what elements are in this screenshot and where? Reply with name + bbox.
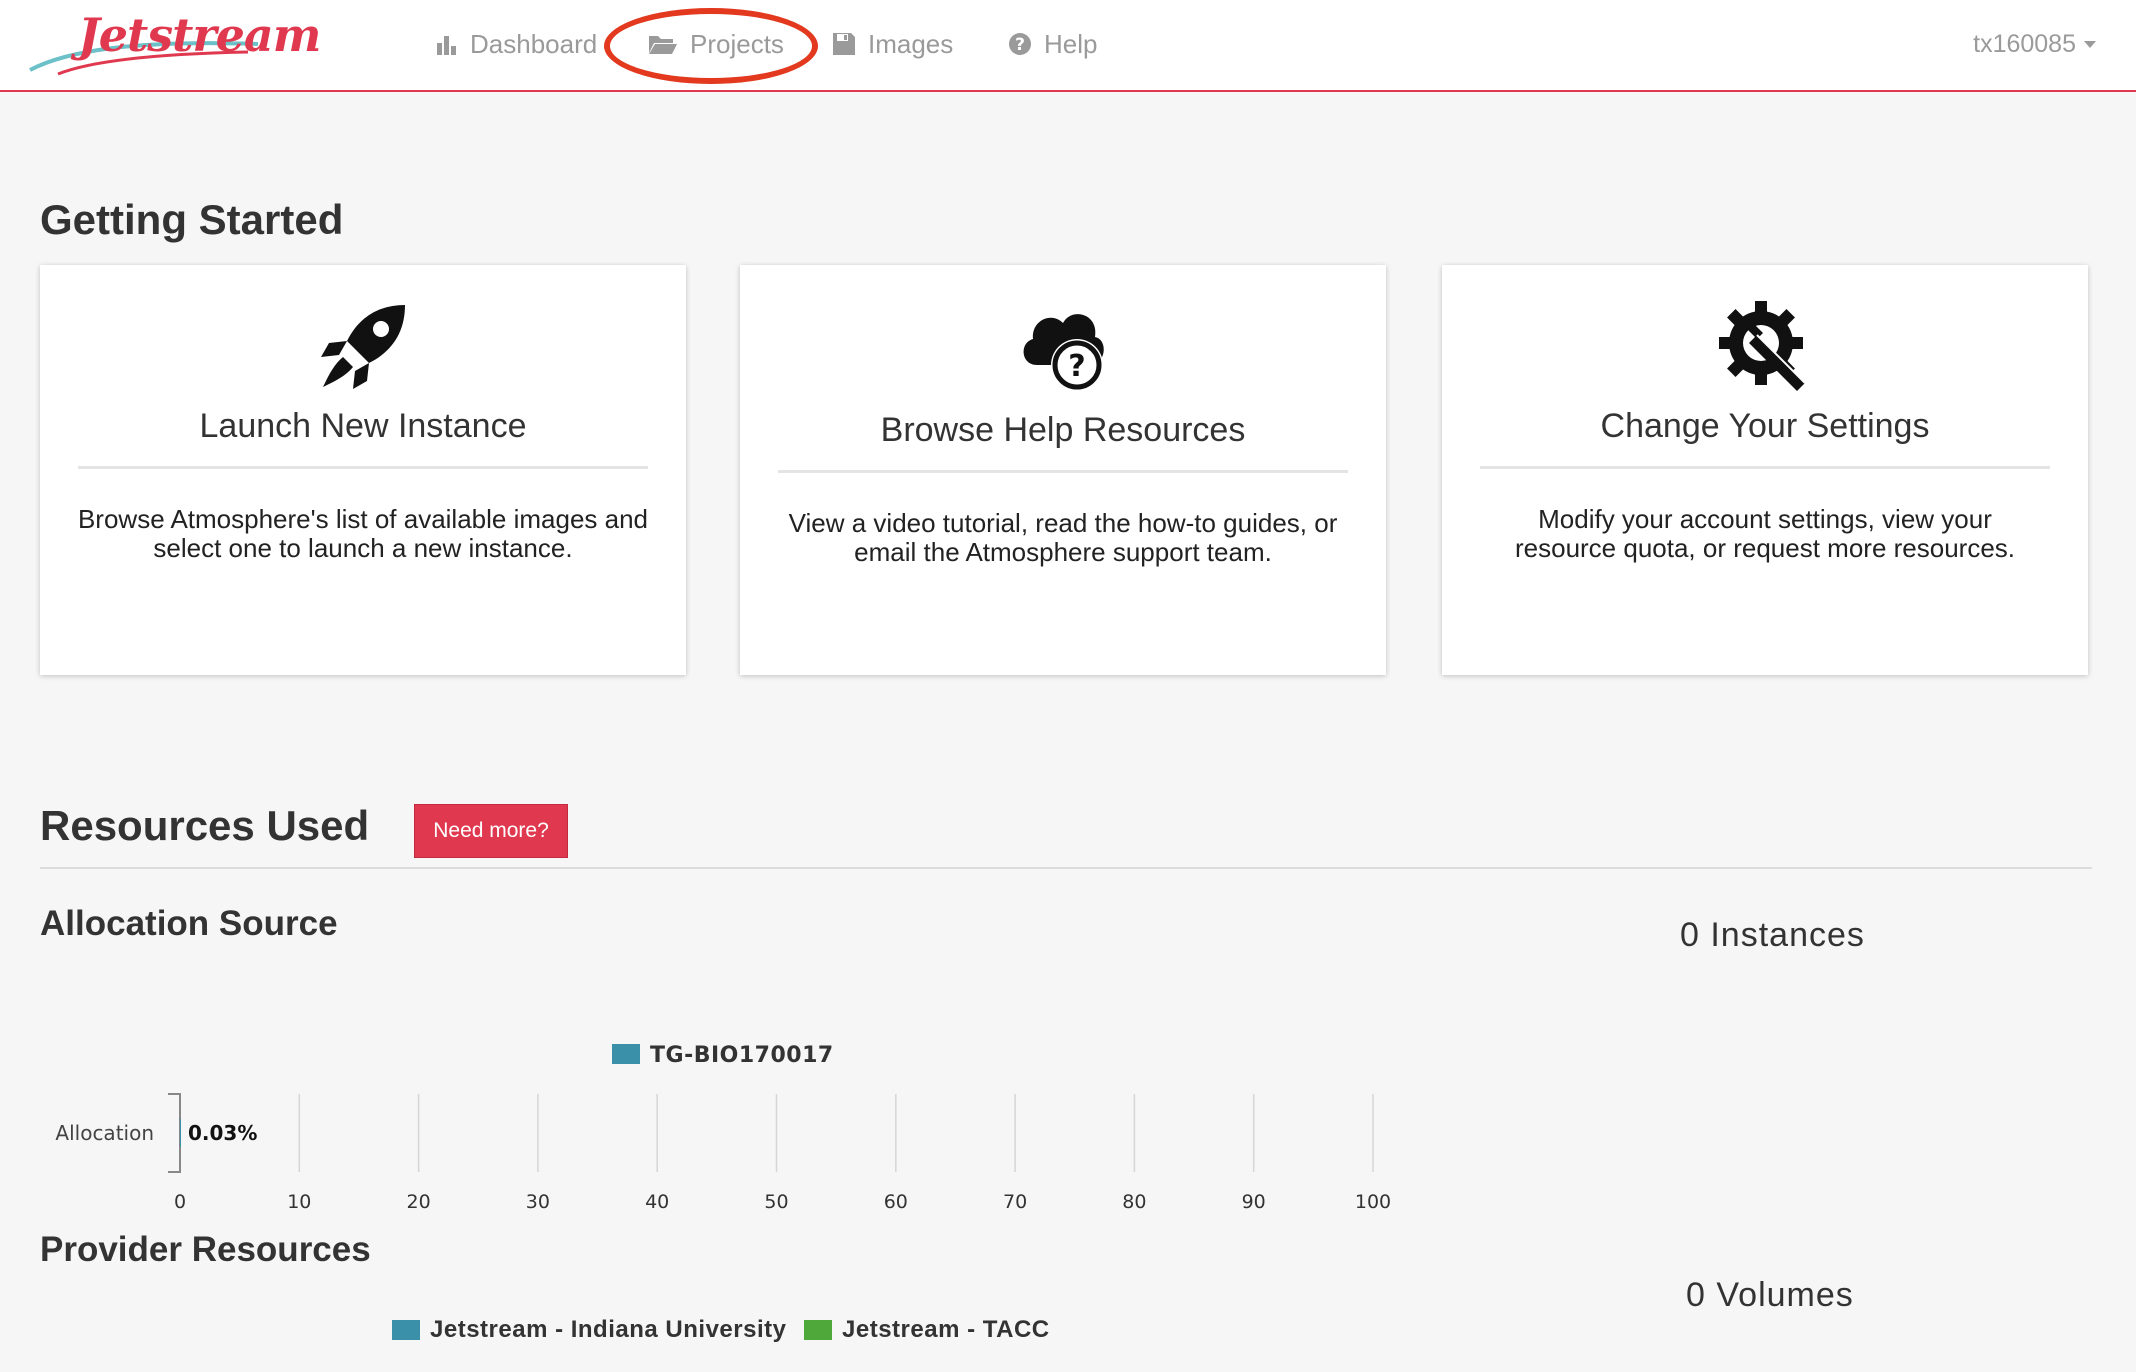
- legend-item-indiana: Jetstream - Indiana University: [392, 1316, 786, 1344]
- tick-label: 50: [764, 1191, 788, 1213]
- legend-swatch: [804, 1320, 832, 1340]
- question-circle-icon: ?: [1009, 33, 1031, 55]
- legend-label: Jetstream - TACC: [842, 1316, 1050, 1343]
- card-help-resources[interactable]: ? Browse Help Resources View a video tut…: [740, 265, 1386, 675]
- nav-images[interactable]: Images: [832, 24, 953, 64]
- card-title: Change Your Settings: [1600, 407, 1930, 445]
- tick-label: 60: [884, 1191, 908, 1213]
- card-launch-instance[interactable]: Launch New Instance Browse Atmosphere's …: [40, 265, 686, 675]
- nav-help[interactable]: ? Help: [1008, 24, 1097, 64]
- nav-images-label: Images: [868, 28, 954, 59]
- tick-label: 20: [407, 1191, 431, 1213]
- card-desc-line2: resource quota, or request more resource…: [1514, 533, 2016, 563]
- card-title: Browse Help Resources: [880, 411, 1246, 449]
- tick-label: 40: [645, 1191, 669, 1213]
- top-navbar: Jetstream Dashboard Projects Images ? He…: [0, 0, 2136, 92]
- bar: [180, 1119, 181, 1147]
- instances-count: 0 Instances: [1680, 916, 1865, 954]
- card-desc-line2: email the Atmosphere support team.: [854, 537, 1272, 567]
- provider-resources-title: Provider Resources: [40, 1230, 371, 1269]
- card-desc-line1: View a video tutorial, read the how-to g…: [788, 508, 1338, 538]
- tick-label: 100: [1355, 1191, 1391, 1213]
- tick-label: 90: [1242, 1191, 1266, 1213]
- card-description: Browse Atmosphere's list of available im…: [70, 505, 656, 563]
- legend-label: Jetstream - Indiana University: [430, 1316, 787, 1343]
- legend-label: TG-BIO170017: [650, 1043, 834, 1068]
- floppy-disk-icon: [833, 33, 855, 55]
- legend-swatch: [392, 1320, 420, 1340]
- section-divider: [40, 867, 2092, 869]
- username: tx160085: [1973, 29, 2076, 58]
- data-label: 0.03%: [188, 1121, 257, 1145]
- allocation-chart: TG-BIO170017 0 10 20 30 40 50 60 70 80 90 100 Alloca…: [55, 1043, 1391, 1213]
- rocket-icon: [321, 305, 405, 389]
- card-description: Modify your account settings, view your …: [1472, 505, 2058, 563]
- cloud-help-icon: ?: [1023, 314, 1104, 391]
- getting-started-title: Getting Started: [40, 196, 344, 243]
- legend-item-tacc: Jetstream - TACC: [804, 1316, 1050, 1344]
- card-divider: [1480, 466, 2050, 469]
- svg-text:?: ?: [1015, 35, 1025, 55]
- nav-dashboard-label: Dashboard: [470, 28, 598, 59]
- card-desc-line1: Browse Atmosphere's list of available im…: [77, 504, 649, 534]
- tick-label: 0: [174, 1191, 186, 1213]
- card-divider: [78, 466, 648, 469]
- logo-text: Jetstream: [78, 8, 321, 62]
- card-description: View a video tutorial, read the how-to g…: [770, 509, 1356, 567]
- card-desc-line2: select one to launch a new instance.: [153, 533, 573, 563]
- tick-label: 10: [287, 1191, 311, 1213]
- category-label: Allocation: [55, 1121, 154, 1145]
- nav-dashboard[interactable]: Dashboard: [436, 24, 597, 64]
- card-title: Launch New Instance: [199, 407, 527, 445]
- card-change-settings[interactable]: Change Your Settings Modify your account…: [1442, 265, 2088, 675]
- allocation-source-title: Allocation Source: [40, 904, 338, 943]
- caret-down-icon: [2084, 40, 2096, 48]
- svg-text:?: ?: [1068, 349, 1085, 384]
- volumes-count: 0 Volumes: [1686, 1276, 1854, 1314]
- card-divider: [778, 470, 1348, 473]
- tick-label: 30: [526, 1191, 550, 1213]
- resources-used-title: Resources Used: [40, 802, 370, 849]
- need-more-button[interactable]: Need more?: [414, 804, 568, 858]
- annotation-highlight-ring: [604, 8, 818, 84]
- settings-gear-wrench-icon: [1719, 301, 1806, 391]
- nav-help-label: Help: [1044, 28, 1098, 59]
- legend-swatch: [612, 1044, 640, 1064]
- y-axis: [168, 1093, 181, 1173]
- tick-label: 70: [1003, 1191, 1027, 1213]
- tick-label: 80: [1122, 1191, 1146, 1213]
- user-menu[interactable]: tx160085: [1973, 24, 2096, 64]
- card-desc-line1: Modify your account settings, view your: [1538, 504, 1992, 534]
- jetstream-logo[interactable]: Jetstream: [28, 4, 321, 80]
- bar-chart-icon: [437, 36, 456, 55]
